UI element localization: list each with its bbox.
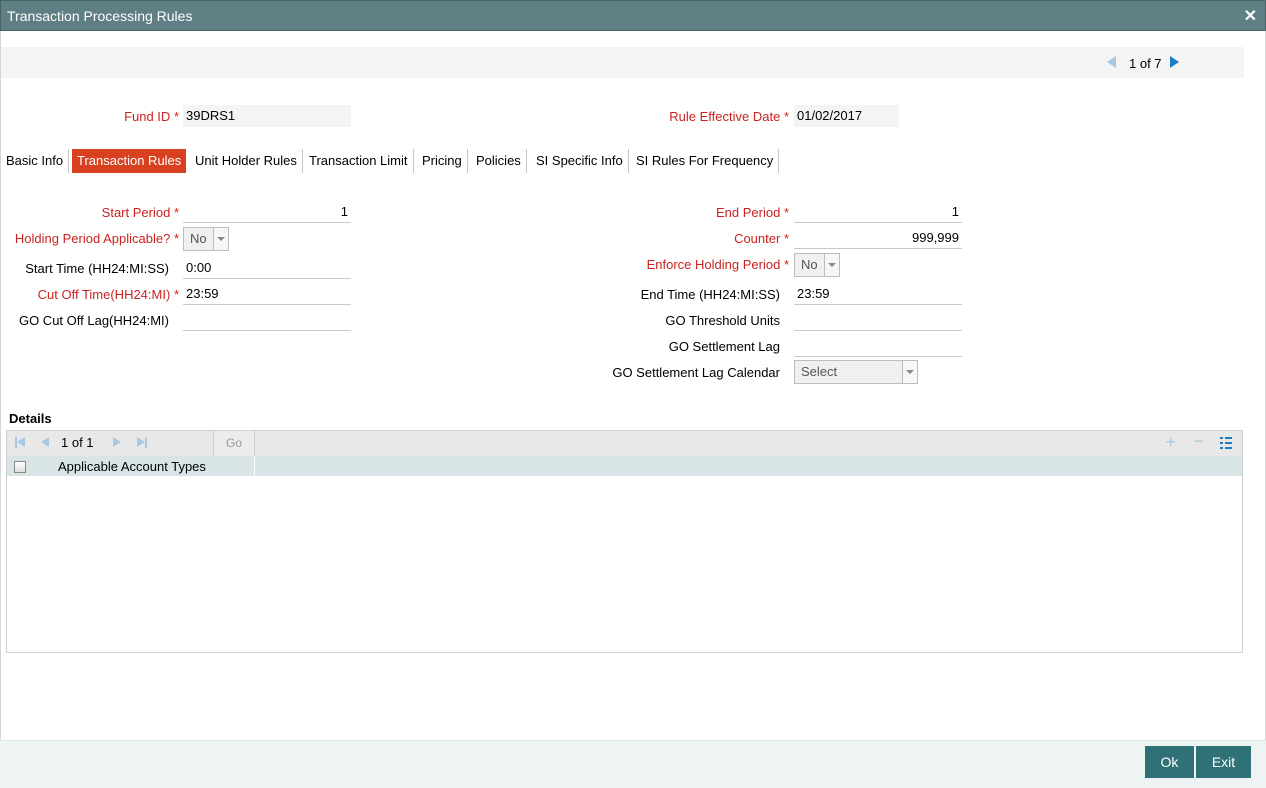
details-title: Details — [9, 411, 52, 426]
tab-si-specific-info[interactable]: SI Specific Info — [531, 149, 629, 173]
tab-pricing[interactable]: Pricing — [417, 149, 468, 173]
next-page-icon[interactable] — [113, 437, 121, 447]
grid-header: Applicable Account Types — [7, 456, 1242, 476]
holding-period-applicable-label: Holding Period Applicable? * — [14, 231, 179, 246]
rule-effective-date-field[interactable]: 01/02/2017 — [794, 105, 899, 127]
exit-button[interactable]: Exit — [1196, 746, 1251, 778]
chevron-down-icon[interactable] — [902, 361, 917, 383]
go-settlement-lag-label: GO Settlement Lag — [668, 339, 780, 354]
delete-row-icon[interactable]: − — [1193, 431, 1204, 452]
grid-toolbar: 1 of 1 Go + − — [7, 431, 1242, 456]
counter-label: Counter * — [734, 231, 789, 246]
details-grid: 1 of 1 Go + − Applicable Account Types — [6, 430, 1243, 653]
cut-off-time-label: Cut Off Time(HH24:MI) * — [37, 287, 179, 302]
fund-id-label: Fund ID * — [124, 109, 179, 124]
tab-transaction-rules[interactable]: Transaction Rules — [72, 149, 187, 173]
window-titlebar: Transaction Processing Rules ✕ — [0, 0, 1266, 31]
go-threshold-units-field[interactable] — [794, 309, 962, 331]
tab-transaction-limit[interactable]: Transaction Limit — [304, 149, 414, 173]
go-settlement-lag-calendar-label: GO Settlement Lag Calendar — [612, 365, 780, 380]
end-period-field[interactable]: 1 — [794, 201, 962, 223]
start-time-field[interactable]: 0:00 — [183, 257, 351, 279]
record-pager: 1 of 7 — [1, 47, 1244, 78]
start-period-label: Start Period * — [101, 205, 179, 220]
chevron-down-icon[interactable] — [213, 228, 228, 250]
next-record-icon[interactable] — [1170, 56, 1179, 68]
enforce-holding-period-label: Enforce Holding Period * — [646, 257, 789, 272]
holding-period-applicable-select[interactable]: No — [183, 227, 229, 251]
list-view-icon[interactable] — [1220, 437, 1232, 449]
end-time-field[interactable]: 23:59 — [794, 283, 962, 305]
start-period-field[interactable]: 1 — [183, 201, 351, 223]
select-all-checkbox[interactable] — [14, 461, 26, 473]
end-period-label: End Period * — [715, 205, 789, 220]
previous-page-icon[interactable] — [41, 437, 49, 447]
grid-page-count: 1 of 1 — [61, 435, 94, 450]
add-row-icon[interactable]: + — [1165, 432, 1176, 453]
tab-policies[interactable]: Policies — [471, 149, 527, 173]
footer-bar: Ok Exit — [0, 740, 1266, 788]
go-cut-off-lag-label: GO Cut Off Lag(HH24:MI) — [18, 313, 169, 328]
close-icon[interactable]: ✕ — [1244, 6, 1257, 26]
fund-id-field[interactable]: 39DRS1 — [183, 105, 351, 127]
tab-unit-holder-rules[interactable]: Unit Holder Rules — [190, 149, 303, 173]
go-cut-off-lag-field[interactable] — [183, 309, 351, 331]
cut-off-time-field[interactable]: 23:59 — [183, 283, 351, 305]
main-panel: 1 of 7 Fund ID * 39DRS1 Rule Effective D… — [0, 31, 1266, 740]
first-page-icon[interactable] — [15, 437, 26, 448]
record-count: 1 of 7 — [1129, 56, 1162, 71]
rule-effective-date-label: Rule Effective Date * — [669, 109, 789, 124]
chevron-down-icon[interactable] — [824, 254, 839, 276]
ok-button[interactable]: Ok — [1145, 746, 1194, 778]
column-header-label: Applicable Account Types — [58, 459, 206, 474]
previous-record-icon[interactable] — [1107, 56, 1116, 68]
go-threshold-units-label: GO Threshold Units — [665, 313, 780, 328]
go-settlement-lag-field[interactable] — [794, 335, 962, 357]
enforce-holding-period-select[interactable]: No — [794, 253, 840, 277]
go-button[interactable]: Go — [213, 431, 255, 456]
tab-si-rules-for-frequency[interactable]: SI Rules For Frequency — [631, 149, 780, 173]
start-time-label: Start Time (HH24:MI:SS) — [25, 261, 169, 276]
tab-basic-info[interactable]: Basic Info — [1, 149, 70, 173]
window-title: Transaction Processing Rules — [7, 8, 193, 24]
end-time-label: End Time (HH24:MI:SS) — [640, 287, 780, 302]
last-page-icon[interactable] — [137, 437, 148, 448]
go-settlement-lag-calendar-select[interactable]: Select — [794, 360, 918, 384]
counter-field[interactable]: 999,999 — [794, 227, 962, 249]
